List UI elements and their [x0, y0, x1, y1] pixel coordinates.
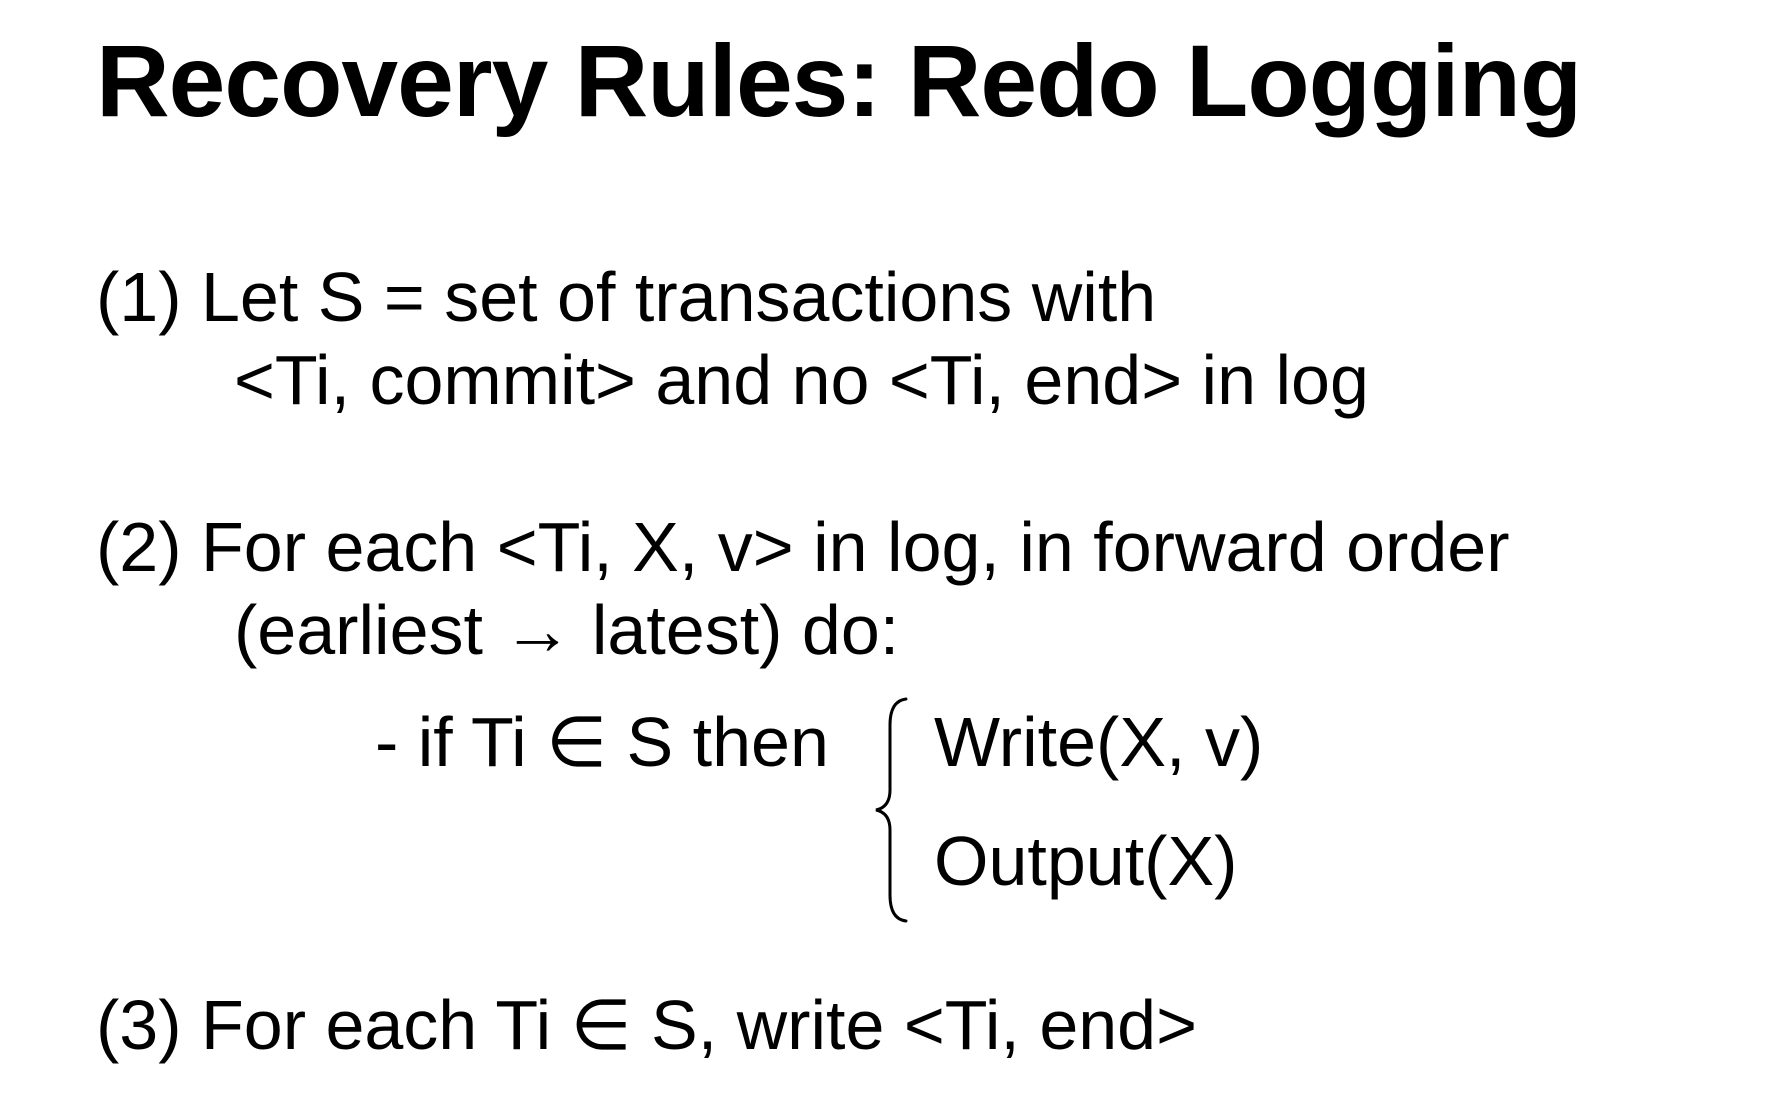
left-brace-icon — [875, 697, 908, 923]
rule-1-line-2: <Ti, commit> and no <Ti, end> in log — [234, 341, 1369, 419]
rule-3-line-1: (3) For each Ti ∈ S, write <Ti, end> — [96, 986, 1197, 1064]
rule-2-action-output: Output(X) — [934, 822, 1238, 900]
rule-1-line-1: (1) Let S = set of transactions with — [96, 258, 1157, 336]
rule-2-condition: - if Ti ∈ S then — [375, 703, 829, 781]
rule-2-action-write: Write(X, v) — [934, 703, 1264, 781]
rule-2-line-1: (2) For each <Ti, X, v> in log, in forwa… — [96, 508, 1510, 586]
slide-title: Recovery Rules: Redo Logging — [96, 24, 1582, 138]
rule-2-line-2: (earliest → latest) do: — [234, 591, 900, 669]
